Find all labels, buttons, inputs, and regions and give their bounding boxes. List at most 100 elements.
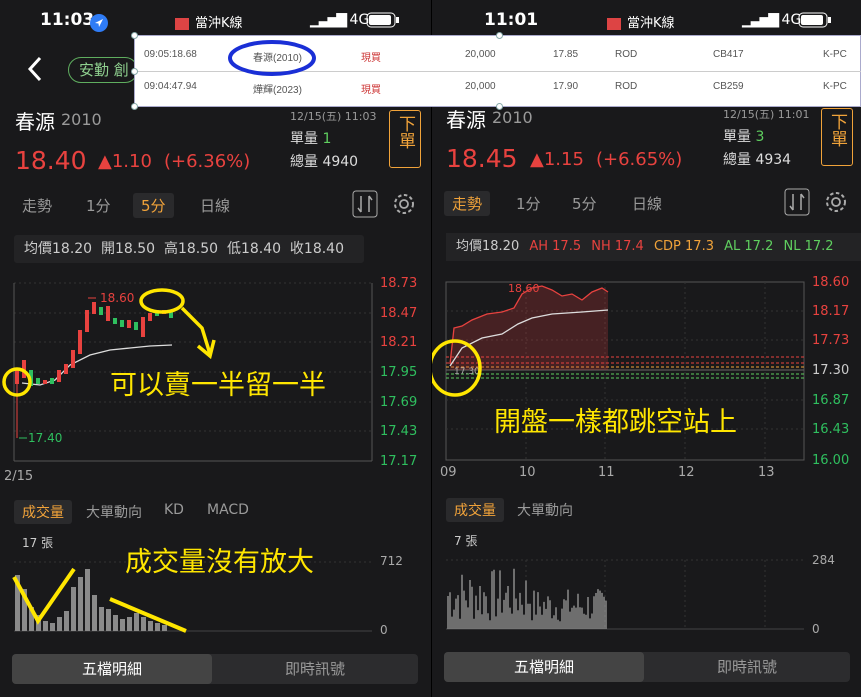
total-volume: 總量 4934 xyxy=(723,149,791,169)
signal-status: ▁▃▅▇ 4G xyxy=(742,12,801,28)
volume-max: 284 xyxy=(812,553,835,567)
tab-order-book[interactable]: 五檔明細 xyxy=(444,652,644,682)
y-tick: 17.17 xyxy=(380,454,417,469)
tab-big-orders[interactable]: 大單動向 xyxy=(517,500,573,520)
battery-icon xyxy=(366,12,399,28)
status-app: 當沖K線 xyxy=(175,12,243,31)
tab-5min[interactable]: 5分 xyxy=(572,193,597,214)
location-icon xyxy=(90,14,108,32)
y-tick: 16.87 xyxy=(812,393,849,408)
resize-handle[interactable] xyxy=(131,32,138,39)
tab-daily[interactable]: 日線 xyxy=(632,193,662,214)
tab-trend[interactable]: 走勢 xyxy=(444,191,491,216)
order-type: 現買 xyxy=(361,53,381,64)
stock-name: 春源 xyxy=(446,108,486,132)
tab-macd[interactable]: MACD xyxy=(207,502,249,518)
volume-count: 17 張 xyxy=(22,536,54,550)
tab-order-book[interactable]: 五檔明細 xyxy=(12,654,212,684)
unit-volume-value: 1 xyxy=(322,131,332,147)
annotation-text: 成交量沒有放大 xyxy=(125,547,314,578)
resize-handle[interactable] xyxy=(496,32,503,39)
last-price: 18.45 xyxy=(446,144,518,173)
tab-kd[interactable]: KD xyxy=(164,502,184,518)
stock-code: 2010 xyxy=(492,108,533,127)
x-tick: 11 xyxy=(598,465,615,480)
order-time: 09:05:18.68 xyxy=(144,49,197,60)
tab-1min[interactable]: 1分 xyxy=(516,193,541,214)
volume-max: 712 xyxy=(380,554,403,568)
swap-icon[interactable] xyxy=(784,188,810,216)
stock-code: 2010 xyxy=(61,110,102,129)
x-tick: 13 xyxy=(758,465,775,480)
price-change: ▲1.15 xyxy=(530,149,584,170)
signal-status: ▁▃▅▇ 4G xyxy=(310,12,369,28)
al-value: AL 17.2 xyxy=(724,239,774,254)
gear-icon[interactable] xyxy=(824,190,848,214)
peak-label: 18.60 xyxy=(508,282,540,295)
y-tick: 18.21 xyxy=(380,335,417,350)
cdp-value: CDP 17.3 xyxy=(653,239,714,254)
total-volume-label: 總量 xyxy=(723,152,751,168)
order-price: 17.85 xyxy=(553,49,579,60)
order-code: CB417 xyxy=(713,49,744,60)
order-button[interactable]: 下單 xyxy=(389,110,421,168)
order-source: K-PC xyxy=(823,49,847,60)
swap-icon[interactable] xyxy=(352,190,378,218)
status-time: 11:03 xyxy=(40,10,95,30)
status-app: 當沖K線 xyxy=(607,12,675,31)
y-tick: 17.43 xyxy=(380,424,417,439)
annotation-arrow xyxy=(180,306,216,360)
order-price: 17.90 xyxy=(553,81,579,92)
annotation-circle xyxy=(139,288,185,314)
status-time: 11:01 xyxy=(484,10,539,30)
tab-1min[interactable]: 1分 xyxy=(86,195,111,216)
tab-signals[interactable]: 即時訊號 xyxy=(644,652,850,682)
unit-volume-label: 單量 xyxy=(290,131,318,147)
y-tick: 18.73 xyxy=(380,276,417,291)
unit-volume: 單量 1 xyxy=(290,128,331,148)
order-condition: ROD xyxy=(615,81,638,92)
stock-name: 春源 xyxy=(15,110,55,134)
tab-volume[interactable]: 成交量 xyxy=(446,498,504,522)
gear-icon[interactable] xyxy=(392,192,416,216)
unit-volume: 單量 3 xyxy=(723,126,764,146)
order-button[interactable]: 下單 xyxy=(821,108,853,166)
tab-volume[interactable]: 成交量 xyxy=(14,500,72,524)
ah-value: AH 17.5 xyxy=(529,239,582,254)
pivot-stats: 均價18.20 AH 17.5 NH 17.4 CDP 17.3 AL 17.2… xyxy=(446,233,861,261)
resize-handle[interactable] xyxy=(496,103,503,110)
y-tick: 16.00 xyxy=(812,453,849,468)
y-tick: 16.43 xyxy=(812,422,849,437)
highlight-circle xyxy=(228,40,316,76)
order-qty: 20,000 xyxy=(465,81,496,92)
timestamp: 12/15(五) 11:01 xyxy=(723,108,810,121)
y-tick: 18.17 xyxy=(812,304,849,319)
app-name: 當沖K線 xyxy=(195,16,243,31)
battery-icon xyxy=(798,12,831,28)
open-label: 17.30 xyxy=(454,367,480,377)
tab-trend[interactable]: 走勢 xyxy=(22,195,52,216)
order-button-label: 下單 xyxy=(827,113,847,147)
tab-daily[interactable]: 日線 xyxy=(200,195,230,216)
resize-handle[interactable] xyxy=(131,68,138,75)
volume-chart xyxy=(446,559,804,630)
total-volume-value: 4940 xyxy=(322,154,359,170)
volume-count: 7 張 xyxy=(454,534,478,548)
total-volume-value: 4934 xyxy=(755,152,792,168)
tab-signals[interactable]: 即時訊號 xyxy=(212,654,418,684)
order-code: CB259 xyxy=(713,81,744,92)
annotation-text: 開盤一樣都跳空站上 xyxy=(494,407,737,438)
related-stock-chip[interactable]: 安勤 創 xyxy=(68,57,138,83)
tab-5min[interactable]: 5分 xyxy=(133,193,174,218)
nl-value: NL 17.2 xyxy=(783,239,834,254)
order-button-label: 下單 xyxy=(395,115,415,149)
bottom-tab-bar: 五檔明細 即時訊號 xyxy=(12,654,418,684)
back-icon[interactable] xyxy=(27,56,43,82)
signal-bars-icon: ▁▃▅▇ xyxy=(310,12,347,28)
app-logo-icon xyxy=(175,17,189,30)
unit-volume-label: 單量 xyxy=(723,129,751,145)
resize-handle[interactable] xyxy=(131,103,138,110)
app-logo-icon xyxy=(607,17,621,30)
order-condition: ROD xyxy=(615,49,638,60)
tab-big-orders[interactable]: 大單動向 xyxy=(86,502,142,522)
